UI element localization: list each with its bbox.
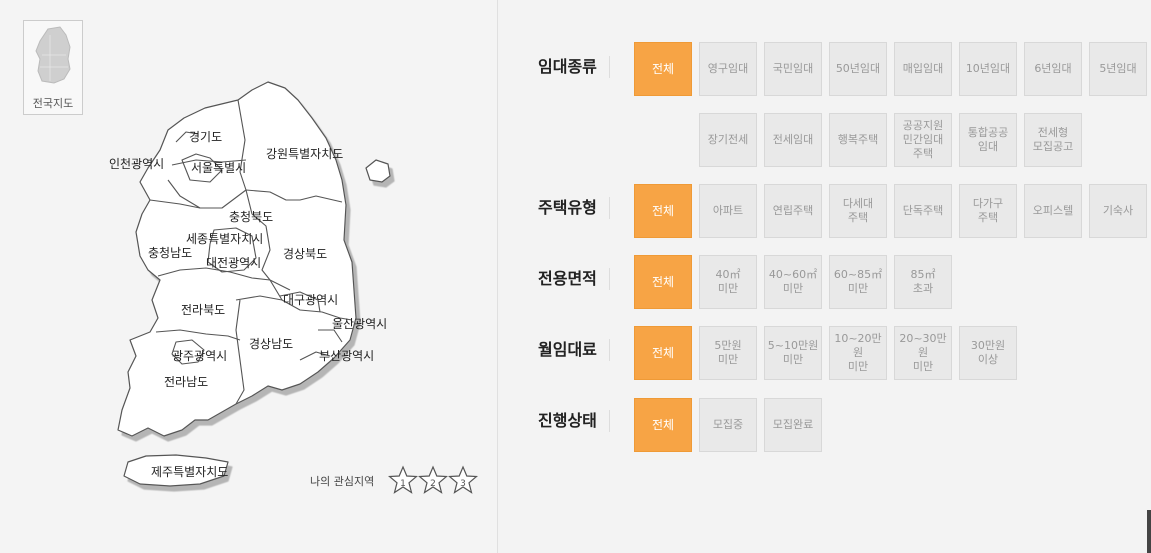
region-gyeongnam[interactable]: 경상남도	[249, 337, 293, 351]
rental-type-label: 임대종류	[538, 56, 610, 78]
status-option[interactable]: 전체	[634, 398, 692, 452]
housing-type-option[interactable]: 다세대 주택	[829, 184, 887, 238]
region-jeonbuk[interactable]: 전라북도	[181, 303, 225, 317]
region-daejeon[interactable]: 대전광역시	[206, 256, 261, 270]
rental-type-option[interactable]: 통합공공 임대	[959, 113, 1017, 167]
housing-type-option[interactable]: 다가구 주택	[959, 184, 1017, 238]
scrollbar-thumb[interactable]	[1147, 510, 1151, 553]
status-label: 진행상태	[538, 410, 610, 432]
region-seoul[interactable]: 서울특별시	[191, 161, 246, 175]
area-option[interactable]: 85㎡ 초과	[894, 255, 952, 309]
filter-panel: 임대종류 주택유형 전용면적 월임대료 진행상태 전체 영구임대 국민임대 50…	[498, 0, 1151, 553]
housing-type-option[interactable]: 아파트	[699, 184, 757, 238]
favorite-star-1-number: 1	[400, 479, 406, 489]
area-label: 전용면적	[538, 268, 610, 290]
rental-type-option[interactable]: 공공지원 민간임대 주택	[894, 113, 952, 167]
region-incheon[interactable]: 인천광역시	[109, 157, 164, 171]
area-option[interactable]: 40~60㎡ 미만	[764, 255, 822, 309]
rent-option[interactable]: 5만원 미만	[699, 326, 757, 380]
housing-type-option[interactable]: 연립주택	[764, 184, 822, 238]
region-gwangju[interactable]: 광주광역시	[172, 349, 227, 363]
region-daegu[interactable]: 대구광역시	[283, 293, 338, 307]
status-option[interactable]: 모집완료	[764, 398, 822, 452]
region-sejong[interactable]: 세종특별자치시	[186, 232, 263, 246]
rent-option[interactable]: 10~20만원 미만	[829, 326, 887, 380]
rent-label: 월임대료	[538, 339, 610, 361]
favorites-label: 나의 관심지역	[310, 475, 375, 488]
rental-type-option[interactable]: 6년임대	[1024, 42, 1082, 96]
housing-type-label: 주택유형	[538, 197, 610, 219]
rental-type-option[interactable]: 전체	[634, 42, 692, 96]
rent-option[interactable]: 전체	[634, 326, 692, 380]
rental-type-option[interactable]: 행복주택	[829, 113, 887, 167]
ulleungdo-outline	[365, 159, 391, 183]
housing-type-option[interactable]: 전체	[634, 184, 692, 238]
rent-option[interactable]: 5~10만원 미만	[764, 326, 822, 380]
favorite-star-3-number: 3	[460, 479, 466, 489]
region-gangwon[interactable]: 강원특별자치도	[266, 147, 343, 161]
region-ulsan[interactable]: 울산광역시	[332, 317, 387, 331]
rental-type-option[interactable]: 장기전세	[699, 113, 757, 167]
rental-type-option[interactable]: 전세임대	[764, 113, 822, 167]
favorite-star-1-icon[interactable]: 1	[388, 465, 418, 495]
rental-type-option[interactable]: 10년임대	[959, 42, 1017, 96]
housing-type-option[interactable]: 기숙사	[1089, 184, 1147, 238]
area-option[interactable]: 60~85㎡ 미만	[829, 255, 887, 309]
map-panel: 전국지도 경기도 인천광역시 서울특별시 강원특별자치도 충청북도 세종특별자치…	[0, 0, 498, 553]
favorite-star-2-icon[interactable]: 2	[418, 465, 448, 495]
status-option[interactable]: 모집중	[699, 398, 757, 452]
rental-type-option[interactable]: 5년임대	[1089, 42, 1147, 96]
region-chungnam[interactable]: 충청남도	[148, 246, 192, 260]
rental-type-option[interactable]: 영구임대	[699, 42, 757, 96]
region-gyeonggi[interactable]: 경기도	[189, 130, 222, 144]
housing-type-option[interactable]: 오피스텔	[1024, 184, 1082, 238]
region-busan[interactable]: 부산광역시	[319, 349, 374, 363]
rent-option[interactable]: 30만원 이상	[959, 326, 1017, 380]
rental-type-option[interactable]: 매입임대	[894, 42, 952, 96]
favorite-star-3-icon[interactable]: 3	[448, 465, 478, 495]
area-option[interactable]: 40㎡ 미만	[699, 255, 757, 309]
area-option[interactable]: 전체	[634, 255, 692, 309]
region-gyeongbuk[interactable]: 경상북도	[283, 247, 327, 261]
region-jeju[interactable]: 제주특별자치도	[151, 465, 228, 479]
rental-type-option[interactable]: 국민임대	[764, 42, 822, 96]
region-jeonnam[interactable]: 전라남도	[164, 375, 208, 389]
rental-type-option[interactable]: 전세형 모집공고	[1024, 113, 1082, 167]
rental-type-option[interactable]: 50년임대	[829, 42, 887, 96]
region-chungbuk[interactable]: 충청북도	[229, 210, 273, 224]
housing-type-option[interactable]: 단독주택	[894, 184, 952, 238]
rent-option[interactable]: 20~30만원 미만	[894, 326, 952, 380]
favorite-star-2-number: 2	[430, 479, 436, 489]
